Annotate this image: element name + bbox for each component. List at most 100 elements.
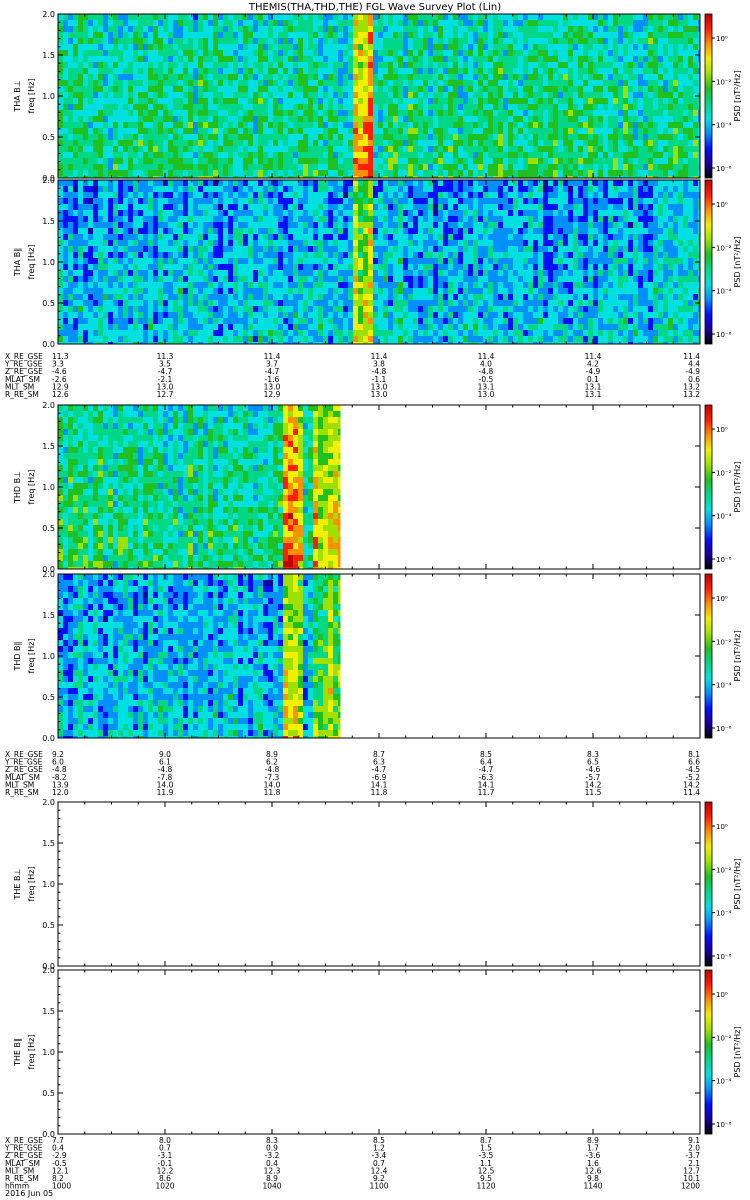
colorbar-tick-label: 10⁻⁴ [716, 122, 732, 130]
spectrogram-cells [58, 14, 700, 178]
y-tick-label: 0.5 [42, 693, 55, 702]
ephemeris-value: 13.1 [585, 390, 602, 399]
y-tick-label: 2.0 [42, 176, 55, 185]
ephemeris-value: 1040 [262, 1182, 281, 1191]
colorbar-tick-label: 10⁻⁶ [716, 1121, 732, 1129]
ephemeris-value: 12.6 [52, 390, 69, 399]
colorbar-tick-label: 10⁻⁶ [716, 953, 732, 961]
ephemeris-value: 11.9 [157, 788, 174, 797]
colorbar-tick-label: 10⁻⁶ [716, 556, 732, 564]
ephemeris-value: 11.5 [585, 788, 602, 797]
y-tick-label: 1.0 [42, 652, 55, 661]
colorbar: 10⁰ 10⁻² 10⁻⁴ 10⁻⁶ PSD [nT²/Hz] [704, 179, 742, 345]
spectrogram-panels: 0.0 0.5 1.0 1.5 2.0 THA B⊥ freq [Hz] 10⁰ 10⁻² 10⁻… [13, 10, 742, 1139]
x-axis [57, 802, 701, 966]
colorbar-tick-label: 10⁻⁴ [716, 910, 732, 918]
panel-ylabel: THE B∥ [13, 1038, 22, 1067]
colorbar-tick-label: 10⁰ [716, 35, 728, 43]
panel-ylabel: THA B∥ [13, 248, 22, 277]
ephemeris-value: 1200 [681, 1182, 700, 1191]
colorbar-tick-label: 10⁻⁶ [716, 725, 732, 733]
colorbar-label: PSD [nT²/Hz] [733, 237, 742, 288]
ephemeris-value: 13.0 [478, 390, 495, 399]
y-tick-label: 0.5 [42, 524, 55, 533]
colorbar: 10⁰ 10⁻² 10⁻⁴ 10⁻⁶ PSD [nT²/Hz] [704, 404, 742, 570]
colorbar-label: PSD [nT²/Hz] [733, 631, 742, 682]
colorbar-tick-label: 10⁻⁴ [716, 682, 732, 690]
colorbar-tick-label: 10⁻⁴ [716, 288, 732, 296]
ephemeris-value: 13.2 [683, 390, 700, 399]
colorbar-tick-label: 10⁻⁶ [716, 331, 732, 339]
panel-tha-1: 0.0 0.5 1.0 1.5 2.0 THA B∥ freq [Hz] 10⁰ 10⁻² 10⁻… [13, 176, 742, 349]
y-tick-label: 0.5 [42, 921, 55, 930]
plot-frame [57, 801, 701, 967]
ephemeris-value: 13.0 [371, 390, 388, 399]
y-tick-label: 1.5 [42, 51, 55, 60]
colorbar-tick-label: 10⁰ [716, 201, 728, 209]
y-axis: 0.00.51.01.52.0 [42, 798, 700, 971]
colorbar: 10⁰ 10⁻² 10⁻⁴ 10⁻⁶ PSD [nT²/Hz] [704, 969, 742, 1135]
colorbar-tick-label: 10⁻² [716, 78, 732, 86]
ephemeris-value: 1140 [583, 1182, 602, 1191]
y-tick-label: 1.0 [42, 1048, 55, 1057]
ephemeris-value: 11.8 [264, 788, 281, 797]
y-tick-label: 1.5 [42, 217, 55, 226]
panel-yunit: freq [Hz] [27, 79, 36, 114]
y-tick-label: 2.0 [42, 798, 55, 807]
y-axis: 0.00.51.01.52.0 [42, 966, 700, 1139]
ephemeris-value: 1000 [52, 1182, 71, 1191]
colorbar-scale [704, 13, 713, 179]
colorbar-tick-label: 10⁻² [716, 244, 732, 252]
y-tick-label: 0.0 [42, 340, 55, 349]
colorbar-scale [704, 573, 713, 739]
colorbar-scale [704, 404, 713, 570]
panel-ylabel: THD B⊥ [13, 471, 22, 504]
x-axis [57, 970, 701, 1134]
colorbar-tick-label: 10⁻² [716, 469, 732, 477]
y-tick-label: 1.5 [42, 611, 55, 620]
y-tick-label: 0.5 [42, 1089, 55, 1098]
ephemeris-the: X_RE_GSE 7.7 8.0 8.3 8.5 8.7 8.9 9.1Y_RE_GSE 0.4… [4, 1136, 700, 1191]
ephemeris-value: 1120 [476, 1182, 495, 1191]
ephemeris-value: 11.8 [371, 788, 388, 797]
panel-ylabel: THD B∥ [13, 641, 22, 671]
panel-thd-2: 0.00.51.01.52.0THD B⊥ freq [Hz]10⁰10⁻²10⁻… [13, 401, 742, 574]
date-label: 2016 Jun 05 [5, 1189, 53, 1198]
ephemeris-tha: X_RE_GSE 11.3 11.3 11.4 11.4 11.4 11.4 11.4Y_RE… [4, 352, 700, 399]
y-tick-label: 2.0 [42, 10, 55, 19]
ephemeris-value: 1020 [155, 1182, 174, 1191]
spectrogram-cells [58, 180, 700, 344]
y-tick-label: 1.0 [42, 880, 55, 889]
panel-yunit: freq [Hz] [27, 639, 36, 674]
y-tick-label: 1.0 [42, 483, 55, 492]
colorbar-tick-label: 10⁻² [716, 638, 732, 646]
colorbar-tick-label: 10⁰ [716, 595, 728, 603]
spectrogram-cells [58, 405, 341, 569]
panel-thd-3: 0.0 0.5 1.0 1.5 2.0 THD B∥ freq [Hz] 10⁰ 10⁻² 10⁻… [13, 570, 742, 743]
y-tick-label: 2.0 [42, 401, 55, 410]
panel-the-5: 0.00.51.01.52.0THE B∥ freq [Hz]10⁰10⁻²10⁻… [13, 966, 742, 1139]
panel-ylabel: THA B⊥ [13, 80, 22, 112]
y-tick-label: 2.0 [42, 966, 55, 975]
colorbar-label: PSD [nT²/Hz] [733, 462, 742, 513]
colorbar-label: PSD [nT²/Hz] [733, 1027, 742, 1078]
colorbar-tick-label: 10⁰ [716, 991, 728, 999]
colorbar-label: PSD [nT²/Hz] [733, 859, 742, 910]
colorbar-tick-label: 10⁻² [716, 866, 732, 874]
y-tick-label: 1.0 [42, 92, 55, 101]
ephemeris-value: 12.9 [264, 390, 281, 399]
ephemeris-value: 11.7 [478, 788, 495, 797]
y-tick-label: 1.0 [42, 258, 55, 267]
colorbar-scale [704, 179, 713, 345]
panel-yunit: freq [Hz] [27, 245, 36, 280]
ephemeris-value: 12.7 [157, 390, 174, 399]
colorbar-tick-label: 10⁻⁶ [716, 165, 732, 173]
colorbar-scale [704, 969, 713, 1135]
colorbar-tick-label: 10⁰ [716, 823, 728, 831]
y-tick-label: 0.5 [42, 133, 55, 142]
colorbar-tick-label: 10⁻⁴ [716, 1078, 732, 1086]
figure-title: THEMIS(THA,THD,THE) FGL Wave Survey Plot… [248, 2, 501, 13]
y-tick-label: 2.0 [42, 570, 55, 579]
colorbar-scale [704, 801, 713, 967]
panel-tha-0: 0.00.51.01.52.0THA B⊥ freq [Hz]10⁰10⁻²10⁻… [13, 10, 742, 183]
